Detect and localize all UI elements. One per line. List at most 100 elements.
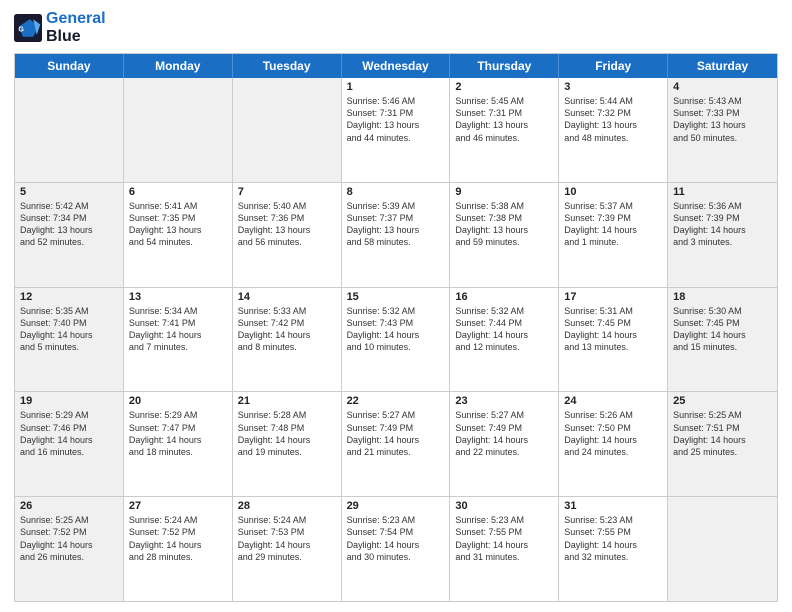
calendar-cell-23: 23 Sunrise: 5:27 AM Sunset: 7:49 PM Dayli… xyxy=(450,392,559,496)
calendar-cell-11: 11 Sunrise: 5:36 AM Sunset: 7:39 PM Dayli… xyxy=(668,183,777,287)
day-number: 25 xyxy=(673,395,772,407)
day-number: 28 xyxy=(238,500,336,512)
calendar-row-4: 26 Sunrise: 5:25 AM Sunset: 7:52 PM Dayli… xyxy=(15,497,777,601)
cell-info: Sunrise: 5:24 AM Sunset: 7:53 PM Dayligh… xyxy=(238,514,336,563)
day-number: 23 xyxy=(455,395,553,407)
calendar-cell-13: 13 Sunrise: 5:34 AM Sunset: 7:41 PM Dayli… xyxy=(124,288,233,392)
day-number: 21 xyxy=(238,395,336,407)
cell-info: Sunrise: 5:24 AM Sunset: 7:52 PM Dayligh… xyxy=(129,514,227,563)
calendar-cell-3: 3 Sunrise: 5:44 AM Sunset: 7:32 PM Daylig… xyxy=(559,78,668,182)
calendar-cell-18: 18 Sunrise: 5:30 AM Sunset: 7:45 PM Dayli… xyxy=(668,288,777,392)
calendar-cell-20: 20 Sunrise: 5:29 AM Sunset: 7:47 PM Dayli… xyxy=(124,392,233,496)
cell-info: Sunrise: 5:25 AM Sunset: 7:51 PM Dayligh… xyxy=(673,409,772,458)
calendar-body: 1Sunrise: 5:46 AM Sunset: 7:31 PM Daylig… xyxy=(15,78,777,601)
day-number: 11 xyxy=(673,186,772,198)
calendar-cell-5: 5 Sunrise: 5:42 AM Sunset: 7:34 PM Daylig… xyxy=(15,183,124,287)
calendar-cell-21: 21 Sunrise: 5:28 AM Sunset: 7:48 PM Dayli… xyxy=(233,392,342,496)
calendar-cell-29: 29 Sunrise: 5:23 AM Sunset: 7:54 PM Dayli… xyxy=(342,497,451,601)
day-number: 31 xyxy=(564,500,662,512)
calendar-cell-17: 17 Sunrise: 5:31 AM Sunset: 7:45 PM Dayli… xyxy=(559,288,668,392)
calendar-cell-31: 31Sunrise: 5:23 AM Sunset: 7:55 PM Dayli… xyxy=(559,497,668,601)
cell-info: Sunrise: 5:27 AM Sunset: 7:49 PM Dayligh… xyxy=(455,409,553,458)
day-number: 29 xyxy=(347,500,445,512)
calendar-row-3: 19 Sunrise: 5:29 AM Sunset: 7:46 PM Dayli… xyxy=(15,392,777,497)
col-header-wednesday: Wednesday xyxy=(342,54,451,78)
col-header-saturday: Saturday xyxy=(668,54,777,78)
page: G General Blue SundayMondayTuesdayWednes… xyxy=(0,0,792,612)
calendar-cell-empty xyxy=(233,78,342,182)
calendar-cell-27: 27 Sunrise: 5:24 AM Sunset: 7:52 PM Dayli… xyxy=(124,497,233,601)
day-number: 30 xyxy=(455,500,553,512)
calendar-cell-26: 26 Sunrise: 5:25 AM Sunset: 7:52 PM Dayli… xyxy=(15,497,124,601)
cell-info: Sunrise: 5:32 AM Sunset: 7:43 PM Dayligh… xyxy=(347,305,445,354)
col-header-friday: Friday xyxy=(559,54,668,78)
calendar-cell-2: 2 Sunrise: 5:45 AM Sunset: 7:31 PM Daylig… xyxy=(450,78,559,182)
cell-info: Sunrise: 5:43 AM Sunset: 7:33 PM Dayligh… xyxy=(673,95,772,144)
cell-info: Sunrise: 5:40 AM Sunset: 7:36 PM Dayligh… xyxy=(238,200,336,249)
cell-info: Sunrise: 5:45 AM Sunset: 7:31 PM Dayligh… xyxy=(455,95,553,144)
cell-info: Sunrise: 5:34 AM Sunset: 7:41 PM Dayligh… xyxy=(129,305,227,354)
calendar-cell-12: 12 Sunrise: 5:35 AM Sunset: 7:40 PM Dayli… xyxy=(15,288,124,392)
cell-info: Sunrise: 5:28 AM Sunset: 7:48 PM Dayligh… xyxy=(238,409,336,458)
col-header-thursday: Thursday xyxy=(450,54,559,78)
cell-info: Sunrise: 5:23 AM Sunset: 7:54 PM Dayligh… xyxy=(347,514,445,563)
cell-info: Sunrise: 5:42 AM Sunset: 7:34 PM Dayligh… xyxy=(20,200,118,249)
day-number: 10 xyxy=(564,186,662,198)
day-number: 26 xyxy=(20,500,118,512)
cell-info: Sunrise: 5:37 AM Sunset: 7:39 PM Dayligh… xyxy=(564,200,662,249)
cell-info: Sunrise: 5:25 AM Sunset: 7:52 PM Dayligh… xyxy=(20,514,118,563)
day-number: 15 xyxy=(347,291,445,303)
day-number: 20 xyxy=(129,395,227,407)
calendar-row-0: 1Sunrise: 5:46 AM Sunset: 7:31 PM Daylig… xyxy=(15,78,777,183)
cell-info: Sunrise: 5:30 AM Sunset: 7:45 PM Dayligh… xyxy=(673,305,772,354)
calendar-cell-8: 8Sunrise: 5:39 AM Sunset: 7:37 PM Daylig… xyxy=(342,183,451,287)
day-number: 5 xyxy=(20,186,118,198)
calendar-cell-10: 10 Sunrise: 5:37 AM Sunset: 7:39 PM Dayli… xyxy=(559,183,668,287)
cell-info: Sunrise: 5:44 AM Sunset: 7:32 PM Dayligh… xyxy=(564,95,662,144)
calendar-cell-empty xyxy=(124,78,233,182)
calendar-cell-15: 15 Sunrise: 5:32 AM Sunset: 7:43 PM Dayli… xyxy=(342,288,451,392)
cell-info: Sunrise: 5:33 AM Sunset: 7:42 PM Dayligh… xyxy=(238,305,336,354)
calendar-cell-1: 1Sunrise: 5:46 AM Sunset: 7:31 PM Daylig… xyxy=(342,78,451,182)
calendar-row-1: 5 Sunrise: 5:42 AM Sunset: 7:34 PM Daylig… xyxy=(15,183,777,288)
calendar-cell-22: 22 Sunrise: 5:27 AM Sunset: 7:49 PM Dayli… xyxy=(342,392,451,496)
cell-info: Sunrise: 5:38 AM Sunset: 7:38 PM Dayligh… xyxy=(455,200,553,249)
calendar-cell-4: 4Sunrise: 5:43 AM Sunset: 7:33 PM Daylig… xyxy=(668,78,777,182)
calendar-cell-empty xyxy=(668,497,777,601)
calendar-cell-7: 7 Sunrise: 5:40 AM Sunset: 7:36 PM Daylig… xyxy=(233,183,342,287)
calendar-cell-30: 30Sunrise: 5:23 AM Sunset: 7:55 PM Dayli… xyxy=(450,497,559,601)
col-header-monday: Monday xyxy=(124,54,233,78)
cell-info: Sunrise: 5:36 AM Sunset: 7:39 PM Dayligh… xyxy=(673,200,772,249)
cell-info: Sunrise: 5:41 AM Sunset: 7:35 PM Dayligh… xyxy=(129,200,227,249)
day-number: 3 xyxy=(564,81,662,93)
calendar-cell-19: 19 Sunrise: 5:29 AM Sunset: 7:46 PM Dayli… xyxy=(15,392,124,496)
logo-text: General Blue xyxy=(46,10,106,45)
day-number: 17 xyxy=(564,291,662,303)
header: G General Blue xyxy=(14,10,778,45)
cell-info: Sunrise: 5:29 AM Sunset: 7:46 PM Dayligh… xyxy=(20,409,118,458)
calendar-cell-24: 24Sunrise: 5:26 AM Sunset: 7:50 PM Dayli… xyxy=(559,392,668,496)
day-number: 13 xyxy=(129,291,227,303)
calendar-cell-6: 6 Sunrise: 5:41 AM Sunset: 7:35 PM Daylig… xyxy=(124,183,233,287)
cell-info: Sunrise: 5:31 AM Sunset: 7:45 PM Dayligh… xyxy=(564,305,662,354)
cell-info: Sunrise: 5:35 AM Sunset: 7:40 PM Dayligh… xyxy=(20,305,118,354)
day-number: 16 xyxy=(455,291,553,303)
day-number: 7 xyxy=(238,186,336,198)
cell-info: Sunrise: 5:29 AM Sunset: 7:47 PM Dayligh… xyxy=(129,409,227,458)
day-number: 6 xyxy=(129,186,227,198)
day-number: 27 xyxy=(129,500,227,512)
day-number: 8 xyxy=(347,186,445,198)
logo-icon: G xyxy=(14,14,42,42)
calendar-cell-9: 9Sunrise: 5:38 AM Sunset: 7:38 PM Daylig… xyxy=(450,183,559,287)
day-number: 18 xyxy=(673,291,772,303)
day-number: 22 xyxy=(347,395,445,407)
day-number: 12 xyxy=(20,291,118,303)
col-header-tuesday: Tuesday xyxy=(233,54,342,78)
day-number: 2 xyxy=(455,81,553,93)
cell-info: Sunrise: 5:27 AM Sunset: 7:49 PM Dayligh… xyxy=(347,409,445,458)
calendar-cell-14: 14Sunrise: 5:33 AM Sunset: 7:42 PM Dayli… xyxy=(233,288,342,392)
day-number: 24 xyxy=(564,395,662,407)
calendar-row-2: 12 Sunrise: 5:35 AM Sunset: 7:40 PM Dayli… xyxy=(15,288,777,393)
svg-text:G: G xyxy=(18,26,24,33)
day-number: 19 xyxy=(20,395,118,407)
